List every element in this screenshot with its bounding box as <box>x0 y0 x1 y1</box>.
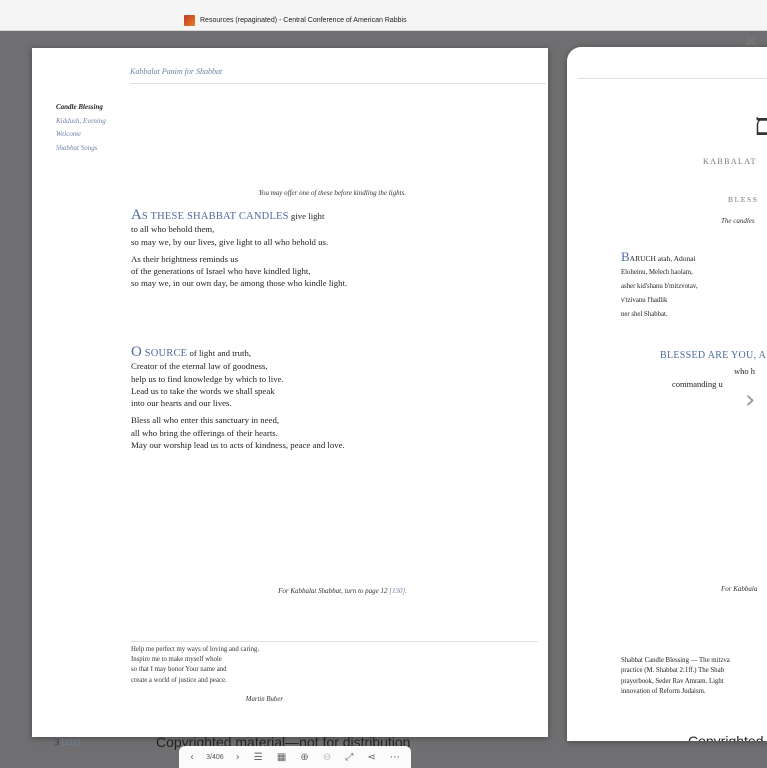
prayer-line: to all who behold them, <box>131 224 215 235</box>
prayer-heading: s these Shabbat candles <box>141 211 289 222</box>
reader-toolbar: ‹ 3/406 › ☰ ▦ ⊕ ⊖ ⤢ ⋖ ⋯ <box>179 746 411 768</box>
nav-item-shabbat-songs[interactable]: Shabbat Songs <box>56 142 106 156</box>
window-title: Resources (repaginated) - Central Confer… <box>184 13 407 27</box>
prayer-source-of-light: O source of light and truth, Creator of … <box>131 344 345 456</box>
prayer-shabbat-candles: As these Shabbat candles give light to a… <box>131 207 348 295</box>
instruction-text: You may offer one of these before kindli… <box>258 189 406 197</box>
blessing-line: commanding u <box>672 379 723 389</box>
prayer-heading: source <box>141 348 188 359</box>
table-of-contents-icon[interactable]: ☰ <box>252 752 265 763</box>
book-icon <box>184 14 195 26</box>
section-title: KABBALAT <box>703 157 757 166</box>
nav-item-candle-blessing[interactable]: Candle Blessing <box>56 101 106 115</box>
nav-item-welcome[interactable]: Welcome <box>56 128 106 142</box>
commentary-footnote: Shabbat Candle Blessing — The mitzva pra… <box>621 657 730 695</box>
share-icon[interactable]: ⋖ <box>365 752 377 763</box>
prayer-line: help us to find knowledge by which to li… <box>131 373 284 384</box>
prayer-line: into our hearts and our lives. <box>131 398 232 409</box>
drop-cap: O <box>131 344 142 360</box>
next-page-chevron-icon[interactable]: › <box>745 385 755 415</box>
close-icon[interactable]: ✕ <box>744 34 758 51</box>
prayer-line: Bless all who enter this sanctuary in ne… <box>131 415 280 426</box>
running-head: Kabbalat Panim for Shabbat <box>130 67 223 76</box>
prayer-line: Creator of the eternal law of goodness, <box>131 361 268 372</box>
prayer-line: May our worship lead us to acts of kindn… <box>131 440 345 451</box>
section-nav: Candle Blessing Kiddush, Evening Welcome… <box>56 101 106 155</box>
page-reference-note: For Kabbala <box>721 585 758 593</box>
page-reference-link[interactable]: [130]. <box>389 587 407 595</box>
prayer-line: so may we, by our lives, give light to a… <box>131 236 329 247</box>
header-divider <box>578 78 767 79</box>
prayer-line: give light <box>288 211 325 221</box>
copyright-notice: Copyrighted <box>688 733 764 741</box>
prayer-line: As their brightness reminds us <box>131 253 239 264</box>
buber-quote: Help me perfect my ways of loving and ca… <box>131 646 260 684</box>
prayer-line: of the generations of Israel who have ki… <box>131 266 311 277</box>
grid-view-icon[interactable]: ▦ <box>275 752 288 763</box>
fullscreen-icon[interactable]: ⤢ <box>343 752 355 763</box>
quote-author: Martin Buber <box>245 696 283 703</box>
window-title-bar: Resources (repaginated) - Central Confer… <box>0 0 767 31</box>
zoom-out-icon[interactable]: ⊖ <box>321 752 333 763</box>
header-divider <box>130 83 546 84</box>
blessing-line: who h <box>734 366 756 376</box>
left-book-page: Kabbalat Panim for Shabbat Candle Blessi… <box>32 48 548 750</box>
next-page-icon[interactable]: › <box>234 752 242 763</box>
prayer-line: Lead us to take the words we shall speak <box>131 385 275 396</box>
prayer-line: of light and truth, <box>187 348 252 358</box>
nav-item-kiddush[interactable]: Kiddush, Evening <box>56 115 106 129</box>
footer-divider <box>130 641 538 642</box>
page-indicator: 3/406 <box>206 753 224 761</box>
right-book-page: ים KABBALAT BLESS The candles BARUCH ata… <box>567 47 767 741</box>
page-number: 3 [121] <box>55 737 80 747</box>
previous-page-icon[interactable]: ‹ <box>188 752 196 763</box>
blessing-heading: BLESSED ARE YOU, A <box>660 350 767 361</box>
zoom-in-icon[interactable]: ⊕ <box>298 752 310 763</box>
instruction-text: The candles <box>721 217 755 225</box>
prayer-line: so may we, in our own day, be among thos… <box>131 278 348 289</box>
hebrew-title: ים <box>754 107 767 142</box>
page-reference-note: For Kabbalat Shabbat, turn to page 12 [1… <box>278 587 407 595</box>
drop-cap: A <box>131 207 142 223</box>
transliteration: BARUCH atah, Adonai Eloheinu, Melech hao… <box>621 249 698 318</box>
window-title-text: Resources (repaginated) - Central Confer… <box>200 16 407 24</box>
more-options-icon[interactable]: ⋯ <box>388 752 402 763</box>
subsection-title: BLESS <box>728 195 759 204</box>
prayer-line: all who bring the offerings of their hea… <box>131 427 278 438</box>
